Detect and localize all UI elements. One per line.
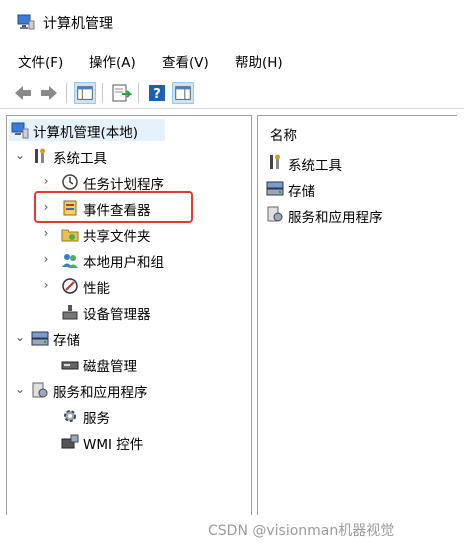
tree-item-label: 性能 [83,281,110,297]
tools-icon [35,148,45,163]
services-apps-icon [32,382,48,398]
tree-item-label: 设备管理器 [83,307,151,323]
disk-icon [61,361,79,370]
tree-item-label: 计算机管理(本地) [33,125,139,141]
show-console-tree-icon[interactable] [74,82,96,104]
gear-icon [64,410,76,422]
forward-arrow-icon[interactable] [38,82,60,104]
chevron-right-icon[interactable]: › [39,277,53,293]
list-item-label: 系统工具 [288,158,342,174]
services-apps-icon [267,206,283,222]
menu-help[interactable]: 帮助(H) [235,51,283,71]
toolbar-separator [66,83,67,103]
chevron-right-icon[interactable]: › [39,225,53,241]
tree-item-system-tools[interactable]: ⌄ 系统工具 [7,145,247,167]
device-manager-icon [62,305,78,320]
tree-item-label: 共享文件夹 [83,229,151,245]
event-viewer-highlight [34,191,193,223]
tree-item-label: WMI 控件 [83,437,144,453]
tree-item-services[interactable]: 服务 [7,405,247,427]
tree-item-label: 存储 [53,333,80,349]
console-tree-pane: 计算机管理(本地) ⌄ 系统工具 › 任务计划程序 › 事件查看器 › 共享文件… [6,115,252,515]
users-icon [62,254,78,268]
menu-action[interactable]: 操作(A) [89,51,136,71]
menu-file[interactable]: 文件(F) [18,51,63,71]
tree-item-wmi[interactable]: WMI 控件 [7,431,247,453]
tree-item-local-users[interactable]: › 本地用户和组 [7,249,247,271]
title-bar: 计算机管理 [0,0,464,44]
tree-item-label: 本地用户和组 [83,255,164,271]
performance-icon [62,278,78,294]
chevron-right-icon[interactable]: › [39,173,53,189]
list-item-label: 存储 [288,184,315,200]
tree-item-task-scheduler[interactable]: › 任务计划程序 [7,171,247,193]
tree-item-device-manager[interactable]: 设备管理器 [7,301,247,323]
wmi-control-icon [61,434,79,449]
tree-item-services-apps[interactable]: ⌄ 服务和应用程序 [7,379,247,401]
column-header-name[interactable]: 名称 [270,124,297,144]
tree-item-storage[interactable]: ⌄ 存储 [7,327,247,349]
tree-item-label: 系统工具 [53,151,107,167]
chevron-down-icon[interactable]: ⌄ [13,147,27,163]
watermark: CSDN @visionman机器视觉 [208,523,395,539]
shared-folder-icon [61,229,79,242]
tree-item-disk-management[interactable]: 磁盘管理 [7,353,247,375]
chevron-down-icon[interactable]: ⌄ [13,329,27,345]
tree-item-shared-folders[interactable]: › 共享文件夹 [7,223,247,245]
chevron-down-icon[interactable]: ⌄ [13,381,27,397]
computer-management-icon [17,14,35,30]
tree-item-label: 磁盘管理 [83,359,137,375]
clock-icon [62,174,78,190]
menu-view[interactable]: 查看(V) [162,51,209,71]
help-icon[interactable]: ? [146,82,168,104]
export-list-icon[interactable] [110,82,132,104]
tree-item-label: 服务 [83,411,110,427]
menu-bar: 文件(F) 操作(A) 查看(V) 帮助(H) [0,48,464,74]
tree-item-label: 服务和应用程序 [53,385,148,401]
tree-item-label: 任务计划程序 [83,177,164,193]
tools-icon [270,154,280,169]
list-item-label: 服务和应用程序 [288,210,383,226]
window-title: 计算机管理 [43,16,113,32]
toolbar: ? [0,78,464,109]
storage-icon [266,181,284,196]
toolbar-separator [138,83,139,103]
tree-item-performance[interactable]: › 性能 [7,275,247,297]
toolbar-separator [102,83,103,103]
show-action-pane-icon[interactable] [172,82,194,104]
details-pane: 名称 系统工具 存储 服务和应用程序 [257,115,457,515]
tree-item-root[interactable]: 计算机管理(本地) [9,119,165,141]
storage-icon [31,331,49,346]
back-arrow-icon[interactable] [12,82,34,104]
chevron-right-icon[interactable]: › [39,251,53,267]
computer-management-icon [11,122,29,139]
svg-text:?: ? [153,87,161,102]
